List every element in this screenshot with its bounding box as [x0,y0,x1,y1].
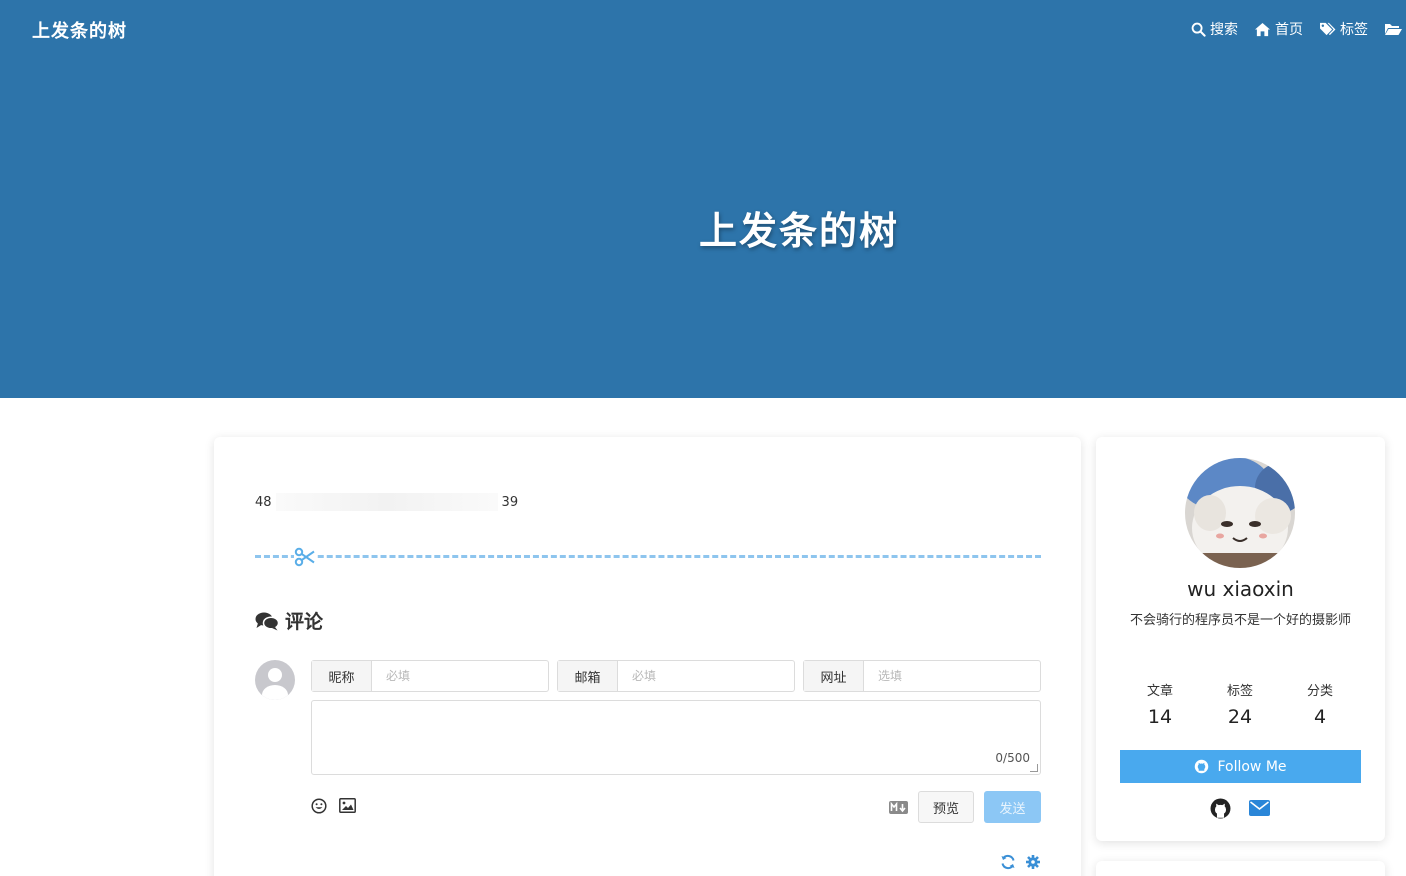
stat-label: 文章 [1146,684,1173,699]
stat-value: 4 [1313,706,1327,728]
scissors-icon [294,546,316,568]
nav-item-label: 标签 [1340,22,1368,38]
stat-categories[interactable]: 分类 4 [1280,680,1360,728]
hero-banner: 上发条的树 搜索 首页 标签 上发条的树 [0,0,1406,398]
nav-item-label: 首页 [1275,22,1303,38]
stat-label: 标签 [1226,684,1253,699]
stat-tags[interactable]: 标签 24 [1200,680,1280,728]
nav-menu: 搜索 首页 标签 [1191,19,1406,39]
stat-value: 14 [1147,706,1173,728]
default-avatar-icon [255,660,295,700]
emoji-icon[interactable] [311,798,327,818]
mail-input[interactable] [618,661,794,691]
image-upload-icon[interactable] [339,798,356,817]
tags-icon [1320,22,1336,36]
nav-item-tags[interactable]: 标签 [1319,19,1368,39]
nav-item-label: 搜索 [1210,22,1238,38]
home-icon [1255,22,1270,36]
redacted-text [275,493,498,511]
post-card: 48 39 评论 昵称 邮箱 网址 0/500 预览 发送 [214,437,1081,876]
stat-posts[interactable]: 文章 14 [1120,680,1200,728]
stat-label: 分类 [1306,684,1333,699]
nick-label: 昵称 [312,661,372,691]
github-icon[interactable] [1210,798,1231,823]
preview-button[interactable]: 预览 [918,791,974,823]
top-navbar: 上发条的树 搜索 首页 标签 [0,0,1406,58]
markdown-icon[interactable] [889,799,908,818]
follow-me-button[interactable]: Follow Me [1120,750,1361,783]
nick-input[interactable] [372,661,548,691]
nick-field: 昵称 [311,660,549,692]
author-bio: 不会骑行的程序员不是一个好的摄影师 [1129,613,1351,628]
search-icon [1191,22,1206,37]
comments-icon [255,612,279,630]
char-counter: 0/500 [995,751,1030,765]
resize-handle[interactable] [1030,764,1038,772]
nav-item-home[interactable]: 首页 [1254,19,1303,39]
link-label: 网址 [804,661,864,691]
settings-gear-icon[interactable] [1025,854,1041,874]
sidebar-card-secondary [1096,861,1385,876]
link-input[interactable] [864,661,1040,691]
site-brand[interactable]: 上发条的树 [32,17,127,43]
link-field: 网址 [803,660,1041,692]
refresh-icon[interactable] [1000,854,1016,874]
author-card: wu xiaoxin 不会骑行的程序员不是一个好的摄影师 文章 14 标签 24… [1096,437,1385,841]
folder-icon [1385,24,1402,35]
dashed-divider [255,555,1041,559]
github-icon [1195,759,1209,774]
hero-title: 上发条的树 [698,209,899,253]
nav-item-categories[interactable] [1384,22,1406,36]
stat-value: 24 [1227,706,1253,728]
nav-item-search[interactable]: 搜索 [1191,19,1238,39]
post-text-end: 39 [501,494,519,510]
mail-field: 邮箱 [557,660,795,692]
follow-me-label: Follow Me [1217,758,1287,775]
comments-heading: 评论 [255,607,323,634]
send-button[interactable]: 发送 [984,791,1041,823]
mail-icon[interactable] [1249,800,1270,820]
mail-label: 邮箱 [558,661,618,691]
author-name: wu xiaoxin [1187,577,1294,601]
post-text-start: 48 [255,494,272,510]
comments-heading-label: 评论 [285,611,324,633]
comment-textarea[interactable]: 0/500 [311,700,1041,775]
author-avatar[interactable] [1185,458,1295,568]
post-text: 48 39 [255,493,518,511]
